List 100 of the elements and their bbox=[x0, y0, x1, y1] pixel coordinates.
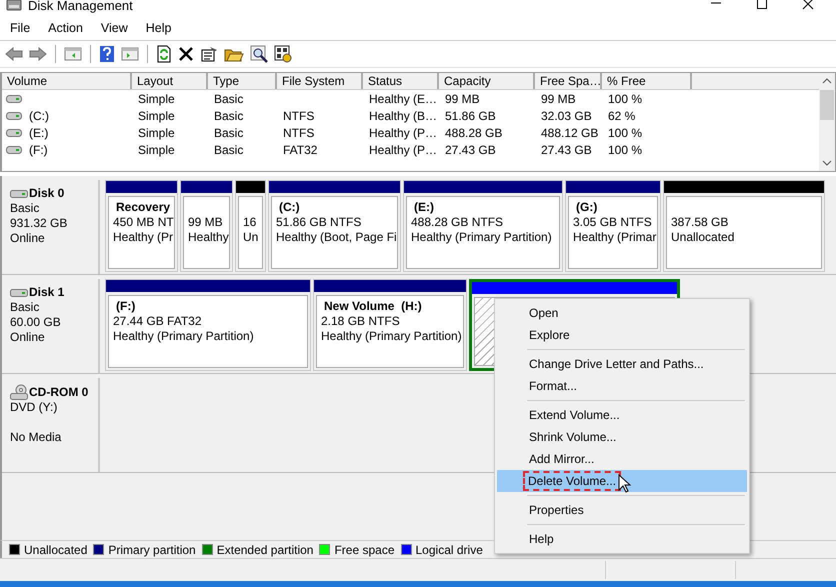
menu-item[interactable]: Add Mirror... bbox=[497, 448, 747, 470]
partition-size: 2.18 GB NTFS bbox=[321, 314, 401, 329]
menu-item[interactable]: Change Drive Letter and Paths... bbox=[497, 353, 747, 375]
table-cell: Basic bbox=[214, 126, 244, 140]
partition-title: Recovery bbox=[115, 200, 170, 215]
table-cell: 62 % bbox=[608, 108, 636, 122]
column-header[interactable]: Volume bbox=[2, 73, 132, 89]
menu-item[interactable]: Help bbox=[497, 528, 747, 550]
table-cell: Healthy (P… bbox=[369, 126, 438, 140]
table-cell: 100 % bbox=[608, 126, 642, 140]
partition-block[interactable]: (F:) 27.44 GB FAT32 Healthy (Primary Partition) bbox=[105, 279, 311, 371]
partition-block[interactable]: New Volume (H:) 2.18 GB NTFS Healthy (Primary Partition) bbox=[313, 279, 467, 371]
column-header[interactable]: Capacity bbox=[439, 73, 535, 89]
drive-icon bbox=[6, 128, 22, 136]
legend-label: Extended partition bbox=[216, 542, 314, 556]
menu-item[interactable]: File bbox=[10, 21, 30, 35]
drive-icon bbox=[6, 112, 22, 120]
disk-status: No Media bbox=[10, 430, 62, 445]
settings-icon[interactable] bbox=[274, 45, 292, 63]
forward-arrow-icon[interactable] bbox=[29, 46, 47, 62]
menu-item[interactable]: Action bbox=[48, 21, 83, 35]
partition-size: 51.86 GB NTFS bbox=[276, 215, 362, 230]
menu-item[interactable]: Format... bbox=[497, 375, 747, 397]
partition-block[interactable]: 99 MB Healthy bbox=[180, 180, 233, 272]
partition-status: Un bbox=[243, 230, 258, 245]
table-cell: 51.86 GB bbox=[445, 108, 496, 122]
drive-icon bbox=[6, 94, 22, 102]
table-cell: 100 % bbox=[608, 142, 642, 156]
table-cell: 488.12 GB bbox=[541, 126, 598, 140]
menu-item[interactable]: Open bbox=[497, 302, 747, 324]
mouse-cursor-icon bbox=[618, 474, 631, 493]
menu-item[interactable]: Delete Volume... bbox=[497, 470, 747, 492]
table-cell: FAT32 bbox=[283, 142, 318, 156]
partition-block[interactable]: Recovery 450 MB NT Healthy (Pr bbox=[105, 180, 178, 272]
properties-icon[interactable] bbox=[200, 46, 218, 62]
legend-label: Logical drive bbox=[416, 542, 483, 556]
table-cell: 100 % bbox=[608, 92, 642, 106]
menu-item[interactable]: Explore bbox=[497, 324, 747, 346]
disk-size: 931.32 GB bbox=[10, 216, 68, 231]
table-cell: (C:) bbox=[29, 108, 49, 122]
disk-type: DVD (Y:) bbox=[10, 400, 58, 415]
column-header[interactable]: Free Spa… bbox=[535, 73, 602, 89]
panel-icon[interactable] bbox=[121, 46, 139, 62]
close-icon[interactable] bbox=[802, 0, 814, 10]
partition-title: (G:) bbox=[575, 200, 598, 215]
help-icon[interactable] bbox=[99, 45, 115, 63]
partition-title: (E:) bbox=[413, 200, 435, 215]
column-header[interactable]: Status bbox=[363, 73, 439, 89]
disk-status: Online bbox=[10, 330, 46, 345]
column-header[interactable]: File System bbox=[277, 73, 363, 89]
table-cell: Simple bbox=[138, 142, 175, 156]
menu-item[interactable]: Properties bbox=[497, 499, 747, 521]
partition-block[interactable]: 16 Un bbox=[235, 180, 266, 272]
legend-label: Free space bbox=[334, 542, 394, 556]
partition-status: Unallocated bbox=[671, 230, 736, 245]
partition-size: 3.05 GB NTFS bbox=[573, 215, 653, 230]
disk-name: Disk 0 bbox=[29, 186, 64, 201]
menu-item[interactable]: View bbox=[100, 21, 128, 35]
menu-item[interactable]: Help bbox=[146, 21, 172, 35]
table-cell: Simple bbox=[138, 92, 175, 106]
partition-status: Healthy (Primary Partition) bbox=[113, 329, 255, 344]
window-title: Disk Management bbox=[28, 0, 133, 12]
column-header[interactable]: % Free bbox=[602, 73, 692, 89]
scroll-up-icon[interactable] bbox=[822, 77, 832, 85]
refresh-icon[interactable] bbox=[156, 45, 172, 63]
back-arrow-icon[interactable] bbox=[5, 46, 23, 62]
cd-drive-icon bbox=[10, 384, 28, 400]
table-cell: NTFS bbox=[283, 108, 314, 122]
drive-icon bbox=[10, 288, 28, 298]
partition-title: (F:) bbox=[115, 299, 136, 314]
partition-block[interactable]: (E:) 488.28 GB NTFS Healthy (Primary Partition) bbox=[403, 180, 563, 272]
partition-block[interactable]: (G:) 3.05 GB NTFS Healthy (Primar bbox=[565, 180, 661, 272]
scroll-down-icon[interactable] bbox=[822, 159, 832, 167]
table-cell: Healthy (B… bbox=[369, 108, 438, 122]
table-cell: 488.28 GB bbox=[445, 126, 502, 140]
column-header[interactable]: Layout bbox=[132, 73, 208, 89]
delete-icon[interactable] bbox=[178, 46, 194, 62]
disk-type: Basic bbox=[10, 201, 40, 216]
maximize-icon[interactable] bbox=[756, 0, 768, 10]
partition-block[interactable]: 387.58 GB Unallocated bbox=[663, 180, 825, 272]
table-cell: 32.03 GB bbox=[541, 108, 592, 122]
legend-label: Unallocated bbox=[24, 542, 88, 556]
table-cell: (E:) bbox=[29, 126, 48, 140]
column-header[interactable]: Type bbox=[208, 73, 277, 89]
menu-item[interactable]: Extend Volume... bbox=[497, 404, 747, 426]
table-cell: Simple bbox=[138, 108, 175, 122]
partition-size: 488.28 GB NTFS bbox=[411, 215, 504, 230]
disk-name: Disk 1 bbox=[29, 285, 64, 300]
table-cell: Healthy (P… bbox=[369, 142, 438, 156]
table-cell: Healthy (E… bbox=[369, 92, 438, 106]
table-cell: Basic bbox=[214, 108, 244, 122]
partition-block[interactable]: (C:) 51.86 GB NTFS Healthy (Boot, Page Fi bbox=[268, 180, 401, 272]
disk-size: 60.00 GB bbox=[10, 315, 62, 330]
panel-icon[interactable] bbox=[64, 46, 82, 62]
disk-status: Online bbox=[10, 231, 46, 246]
partition-status: Healthy (Primary Partition) bbox=[321, 329, 459, 344]
table-cell: 27.43 GB bbox=[541, 142, 592, 156]
magnifier-icon[interactable] bbox=[250, 45, 268, 63]
menu-item[interactable]: Shrink Volume... bbox=[497, 426, 747, 448]
table-cell: Basic bbox=[214, 92, 244, 106]
